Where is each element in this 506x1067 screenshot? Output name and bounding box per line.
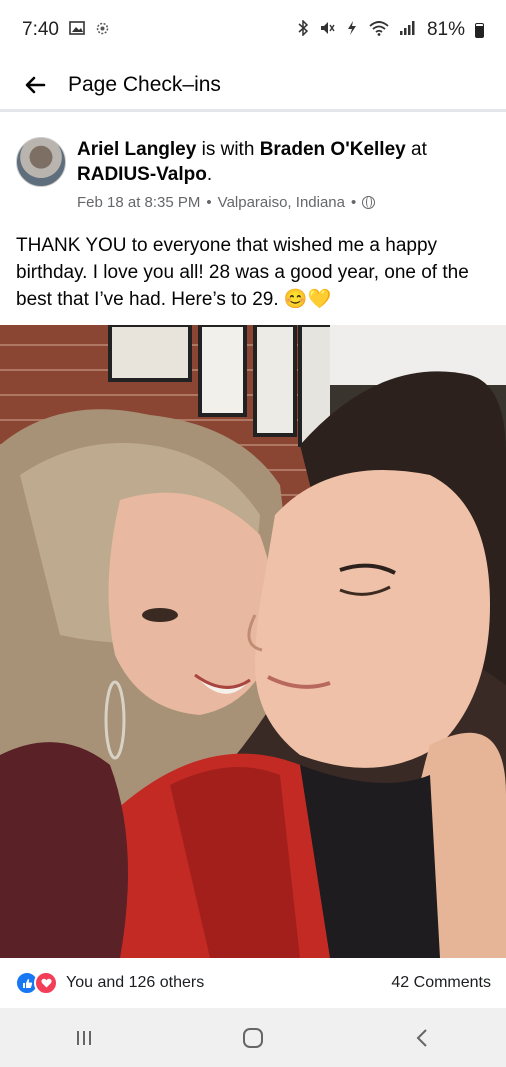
post-subline: Feb 18 at 8:35 PM • Valparaiso, Indiana … xyxy=(77,194,490,211)
avatar[interactable] xyxy=(16,137,66,187)
separator: • xyxy=(350,194,357,211)
recent-apps-icon xyxy=(77,1030,92,1045)
with-text: is with xyxy=(196,139,260,160)
bluetooth-icon xyxy=(297,19,309,40)
signal-icon xyxy=(399,20,417,40)
home-icon xyxy=(242,1027,263,1048)
settings-icon xyxy=(95,21,110,40)
reactions-bar: You and 126 others 42 Comments xyxy=(0,958,506,1008)
arrow-left-icon[interactable] xyxy=(20,70,50,100)
system-nav-bar xyxy=(0,1008,506,1067)
at-text: at xyxy=(405,139,427,160)
photo-illustration xyxy=(0,325,506,958)
status-bar: 7:40 81% xyxy=(0,0,506,60)
mute-icon xyxy=(319,20,335,40)
author-link[interactable]: Ariel Langley xyxy=(77,139,196,160)
back-button[interactable] xyxy=(392,1018,452,1058)
wifi-icon xyxy=(369,20,389,40)
reaction-count: You and 126 others xyxy=(66,974,205,991)
love-icon xyxy=(34,971,58,995)
post-date[interactable]: Feb 18 at 8:35 PM xyxy=(77,194,200,211)
chevron-left-icon xyxy=(416,1028,427,1047)
home-button[interactable] xyxy=(223,1018,283,1058)
status-time: 7:40 xyxy=(22,19,59,40)
page-title: Page Check–ins xyxy=(68,72,221,96)
globe-icon[interactable] xyxy=(362,196,376,209)
post-text: THANK YOU to everyone that wished me a h… xyxy=(16,235,469,310)
tagged-link[interactable]: Braden O'Kelley xyxy=(260,139,406,160)
gallery-icon xyxy=(69,21,85,39)
post-meta: Ariel Langley is with Braden O'Kelley at… xyxy=(77,137,490,211)
post-header: Ariel Langley is with Braden O'Kelley at… xyxy=(16,137,490,211)
post-photo[interactable] xyxy=(0,325,506,958)
status-right: 81% xyxy=(297,19,484,41)
place-link[interactable]: RADIUS-Valpo xyxy=(77,164,207,185)
recent-apps-button[interactable] xyxy=(54,1018,114,1058)
title-end: . xyxy=(206,164,213,185)
separator: • xyxy=(206,194,212,211)
reaction-summary[interactable]: You and 126 others xyxy=(15,971,204,995)
status-left: 7:40 xyxy=(22,19,110,41)
post-location[interactable]: Valparaiso, Indiana xyxy=(218,194,345,211)
data-icon xyxy=(345,20,359,40)
reaction-icons xyxy=(15,971,58,995)
app-header: Page Check–ins xyxy=(0,60,506,112)
battery-percent: 81% xyxy=(426,19,465,40)
post-title: Ariel Langley is with Braden O'Kelley at… xyxy=(77,137,490,187)
battery-icon xyxy=(475,22,484,38)
comments-count[interactable]: 42 Comments xyxy=(391,974,491,992)
